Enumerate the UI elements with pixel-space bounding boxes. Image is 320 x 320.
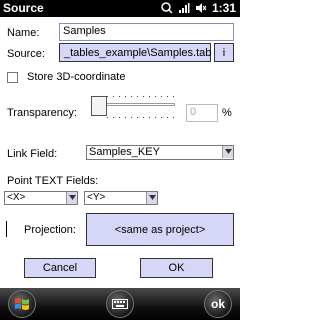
transparency-label: Transparency: — [7, 107, 77, 119]
cursor-mark — [6, 221, 7, 237]
x-field-select[interactable]: <X> — [4, 191, 78, 205]
y-field-value: <Y> — [87, 192, 106, 203]
y-field-select[interactable]: <Y> — [84, 191, 158, 205]
chevron-down-icon — [66, 192, 77, 204]
title-bar: Source 1:31 — [0, 0, 240, 17]
status-area: 1:31 — [161, 1, 236, 15]
store-3d-label: Store 3D-coordinate — [27, 71, 126, 83]
source-label: Source: — [7, 48, 45, 60]
x-field-value: <X> — [7, 192, 26, 203]
source-field[interactable]: _tables_example\Samples.tab — [59, 43, 211, 62]
projection-button[interactable]: <same as project> — [86, 213, 234, 246]
keyboard-icon[interactable] — [106, 290, 134, 318]
link-field-value: Samples_KEY — [89, 146, 160, 158]
cancel-button[interactable]: Cancel — [24, 258, 96, 278]
transparency-slider-thumb[interactable] — [91, 96, 107, 116]
ok-softkey[interactable]: ok — [204, 290, 232, 318]
soft-key-bar: ok — [0, 288, 240, 320]
chevron-down-icon — [222, 146, 233, 158]
link-field-select[interactable]: Samples_KEY — [86, 145, 234, 160]
percent-label: % — [222, 107, 232, 119]
clock: 1:31 — [211, 1, 236, 15]
signal-icon[interactable] — [178, 2, 190, 14]
ok-button[interactable]: OK — [140, 258, 213, 278]
connectivity-icon[interactable] — [161, 2, 173, 14]
transparency-input[interactable]: 0 — [186, 104, 218, 122]
slider-ticks-bottom — [91, 117, 175, 119]
name-label: Name: — [7, 27, 40, 39]
windows-start-icon[interactable] — [8, 290, 36, 318]
projection-label: Projection: — [24, 224, 76, 236]
point-text-fields-label: Point TEXT Fields: — [7, 175, 99, 187]
chevron-down-icon — [146, 192, 157, 204]
store-3d-checkbox[interactable] — [7, 72, 18, 83]
volume-mute-icon[interactable] — [195, 2, 207, 14]
name-input[interactable]: Samples — [59, 23, 234, 41]
info-button[interactable]: i — [214, 43, 234, 62]
link-field-label: Link Field: — [7, 148, 58, 160]
window-title: Source — [3, 1, 44, 15]
